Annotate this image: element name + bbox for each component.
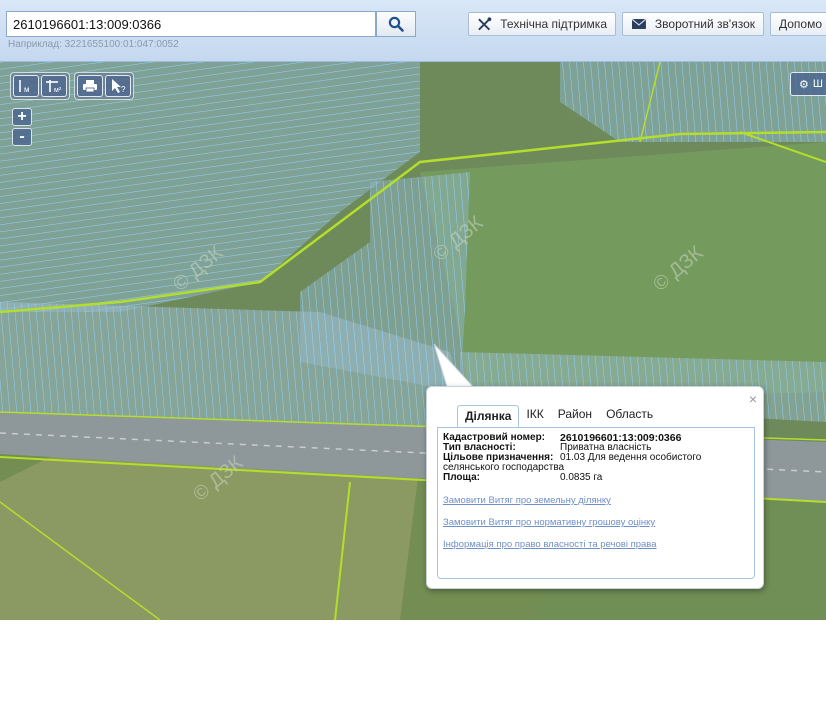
layers-button[interactable]: ⚙ Ш [790,72,826,96]
tab-region[interactable]: Область [599,404,660,426]
feedback-label: Зворотний зв'язок [654,17,755,31]
area-value: 0.0835 га [560,472,603,483]
ownership-rights-info-link[interactable]: Інформація про право власності та речові… [443,539,749,550]
zoom-out-button[interactable]: - [12,128,32,146]
feedback-button[interactable]: Зворотний зв'язок [622,12,764,36]
zoom-in-button[interactable]: + [12,108,32,126]
search-hint: Наприклад: 3221655100:01:047:0052 [8,39,179,50]
search-bar [6,11,416,37]
help-label: Допомо [779,17,823,31]
area-unit: м² [54,87,62,94]
top-toolbar: Наприклад: 3221655100:01:047:0052 Техніч… [0,0,826,62]
map-toolbar: м м² ? [10,72,134,100]
area-ruler-icon: м² [46,80,62,94]
layers-label: Ш [812,78,823,90]
ruler-icon: м [19,80,30,94]
print-tools: ? [74,72,134,100]
zoom-control: + - [12,108,34,148]
parcel-info-popup: × Ділянка ІКК Район Область Кадастровий … [426,386,764,589]
measure-distance-button[interactable]: м [13,75,39,97]
pointer-question-icon: ? [112,79,126,94]
tab-district[interactable]: Район [551,404,599,426]
printer-icon [83,80,97,93]
popup-close-button[interactable]: × [749,391,757,407]
info-row: Площа: 0.0835 га [443,473,749,483]
help-button[interactable]: Допомо [770,12,826,36]
envelope-icon [631,18,647,29]
measure-area-button[interactable]: м² [41,75,67,97]
parcel-info-panel: Кадастровий номер: 2610196601:13:009:036… [437,427,755,579]
order-extract-valuation-link[interactable]: Замовити Витяг про нормативну грошову оц… [443,517,749,528]
tab-parcel[interactable]: Ділянка [457,405,520,427]
order-extract-parcel-link[interactable]: Замовити Витяг про земельну ділянку [443,495,749,506]
search-button[interactable] [376,11,416,37]
page: Наприклад: 3221655100:01:047:0052 Техніч… [0,0,826,720]
measure-tools: м м² [10,72,70,100]
purpose-value: 01.03 Для ведення особистого [560,452,702,463]
popup-tabs: Ділянка ІКК Район Область [457,404,660,427]
cadastral-search-input[interactable] [6,11,376,37]
gear-icon: ⚙ [799,78,809,91]
area-label: Площа: [443,472,480,483]
identify-button[interactable]: ? [105,75,131,97]
tab-ikk[interactable]: ІКК [519,404,550,426]
tech-support-label: Технічна підтримка [500,17,607,31]
identify-label: ? [121,85,126,94]
distance-unit: м [24,85,30,94]
tech-support-button[interactable]: Технічна підтримка [468,12,616,36]
popup-pointer [433,343,478,391]
print-button[interactable] [77,75,103,97]
wrench-screwdriver-icon [478,17,492,31]
search-icon [388,16,404,32]
